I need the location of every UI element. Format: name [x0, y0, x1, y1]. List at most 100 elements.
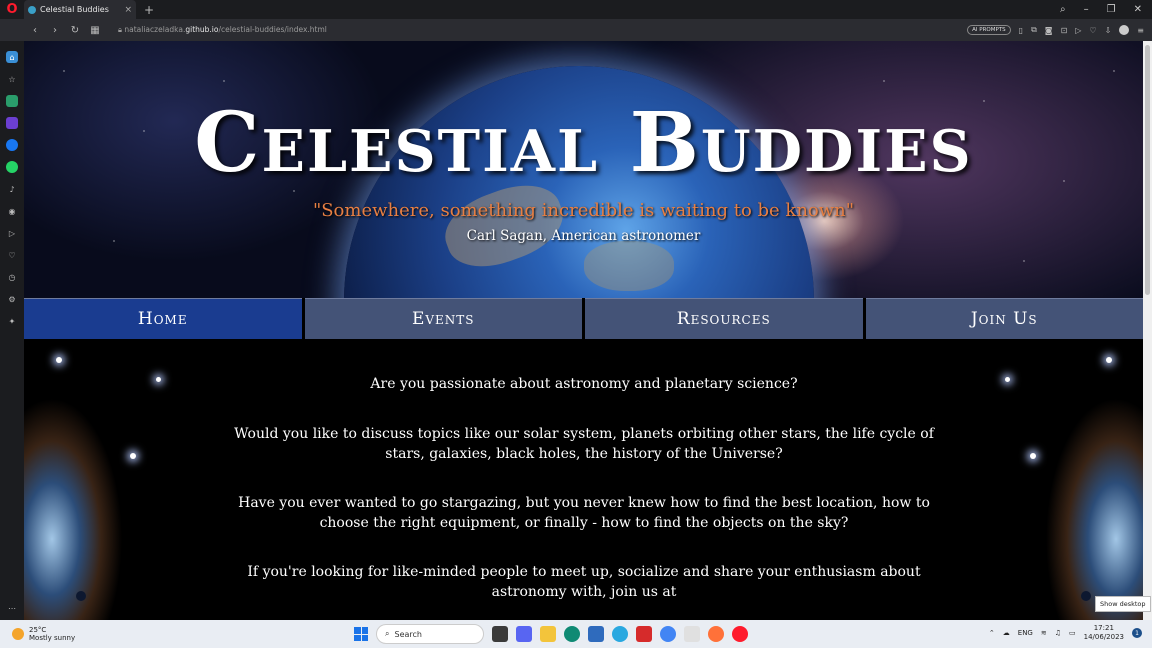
wifi-icon[interactable]: ≋	[1041, 629, 1047, 637]
send-icon[interactable]: ▷	[6, 227, 18, 239]
site-favicon-icon	[28, 5, 36, 14]
planet-decoration	[1081, 591, 1091, 601]
star-decoration	[1005, 377, 1010, 382]
tiktok-icon[interactable]: ♪	[6, 183, 18, 195]
back-icon[interactable]: ‹	[30, 25, 40, 36]
bookmark-star-icon[interactable]: ☆	[6, 73, 18, 85]
weather-widget[interactable]: 25°C Mostly sunny	[0, 626, 200, 642]
heart-icon[interactable]: ♡	[1089, 26, 1096, 35]
windows-start-icon[interactable]	[354, 627, 368, 641]
new-tab-button[interactable]: +	[144, 3, 154, 17]
clock-time: 17:21	[1093, 624, 1114, 632]
nav-join-us[interactable]: Join Us	[865, 298, 1143, 339]
ai-prompts-button[interactable]: AI PROMPTS	[967, 25, 1011, 35]
file-explorer-icon[interactable]	[540, 626, 556, 642]
url-path: /celestial-buddies/index.html	[218, 25, 327, 34]
intro-paragraph: Are you passionate about astronomy and p…	[370, 376, 798, 392]
store-icon[interactable]	[588, 626, 604, 642]
history-icon[interactable]: ◷	[6, 271, 18, 283]
weather-condition: Mostly sunny	[29, 634, 76, 642]
browser-tab-bar: O Celestial Buddies × + ⌕ – ❐ ✕	[0, 0, 1152, 19]
search-icon: ⌕	[385, 629, 390, 638]
play-icon[interactable]: ▷	[1075, 26, 1081, 35]
window-controls: ⌕ – ❐ ✕	[1060, 4, 1152, 15]
weather-text: 25°C Mostly sunny	[29, 626, 75, 642]
mcafee-icon[interactable]	[636, 626, 652, 642]
settings-gear-icon[interactable]: ⚙	[6, 293, 18, 305]
star-decoration	[56, 357, 62, 363]
notification-badge[interactable]: 1	[1132, 628, 1142, 638]
url-field[interactable]: 🔒︎ nataliaczeladka.github.io/celestial-b…	[118, 25, 327, 35]
forward-icon[interactable]: ›	[50, 25, 60, 36]
clock[interactable]: 17:21 14/06/2023	[1084, 624, 1124, 642]
extensions-icon[interactable]: ⧉	[1031, 25, 1037, 35]
home-icon[interactable]: ⌂	[6, 51, 18, 63]
browser-tab[interactable]: Celestial Buddies ×	[24, 0, 136, 19]
paint-icon[interactable]	[684, 626, 700, 642]
maximize-button[interactable]: ❐	[1107, 4, 1116, 15]
star-decoration	[156, 377, 161, 382]
page-scrollbar[interactable]	[1143, 41, 1152, 620]
planet-decoration	[76, 591, 86, 601]
messenger-icon[interactable]	[6, 139, 18, 151]
tab-title: Celestial Buddies	[40, 5, 109, 14]
opera-icon[interactable]	[732, 626, 748, 642]
heart-icon[interactable]: ♡	[6, 249, 18, 261]
tab-close-icon[interactable]: ×	[124, 5, 132, 15]
nav-events[interactable]: Events	[304, 298, 582, 339]
player-icon[interactable]: ◉	[6, 205, 18, 217]
nav-resources[interactable]: Resources	[585, 298, 863, 339]
onedrive-icon[interactable]: ☁	[1003, 629, 1010, 637]
snapshot-icon[interactable]: ◙	[1045, 26, 1053, 35]
tab-search-icon[interactable]: ⌕	[1060, 4, 1066, 15]
earth-continent	[584, 241, 674, 291]
menu-icon[interactable]: ≡	[1137, 26, 1144, 35]
hero-quote: "Somewhere, something incredible is wait…	[312, 200, 855, 221]
site-title[interactable]: Celestial Buddies	[24, 93, 1143, 193]
url-host: github.io	[185, 25, 219, 34]
nebula-decoration	[1014, 359, 1143, 620]
reader-icon[interactable]: ▯	[1019, 26, 1023, 35]
teams-chat-icon[interactable]	[516, 626, 532, 642]
reload-icon[interactable]: ↻	[70, 25, 80, 36]
task-view-icon[interactable]	[492, 626, 508, 642]
scrollbar-thumb[interactable]	[1145, 45, 1150, 295]
chatsonic-icon[interactable]	[6, 117, 18, 129]
more-icon[interactable]: ⋯	[6, 602, 18, 614]
volume-icon[interactable]: ♫	[1055, 629, 1061, 637]
system-tray: ⌃ ☁ ENG ≋ ♫ ▭ 17:21 14/06/2023 1	[989, 624, 1142, 642]
main-navigation: Home Events Resources Join Us	[24, 298, 1143, 339]
tabs-grid-icon[interactable]: ▦	[90, 25, 100, 36]
language-indicator[interactable]: ENG	[1018, 629, 1033, 637]
address-bar: ‹ › ↻ ▦ 🔒︎ nataliaczeladka.github.io/cel…	[0, 19, 1152, 41]
close-window-button[interactable]: ✕	[1134, 4, 1142, 15]
firefox-icon[interactable]	[708, 626, 724, 642]
profile-avatar[interactable]	[1119, 25, 1130, 35]
chrome-icon[interactable]	[660, 626, 676, 642]
minimize-button[interactable]: –	[1084, 4, 1089, 15]
taskbar-apps: ⌕ Search	[354, 624, 748, 644]
main-content: Are you passionate about astronomy and p…	[24, 339, 1143, 620]
wallet-icon[interactable]: ⊡	[1061, 26, 1068, 35]
nebula-decoration	[24, 359, 154, 620]
nav-home[interactable]: Home	[24, 298, 302, 339]
edge-icon[interactable]	[564, 626, 580, 642]
star-decoration	[1106, 357, 1112, 363]
tips-lightbulb-icon[interactable]: ✦	[6, 315, 18, 327]
skype-icon[interactable]	[612, 626, 628, 642]
star-decoration	[1030, 453, 1036, 459]
url-prefix: nataliaczeladka.	[124, 25, 186, 34]
star-decoration	[130, 453, 136, 459]
stargazing-paragraph: Have you ever wanted to go stargazing, b…	[238, 495, 930, 531]
address-bar-tools: AI PROMPTS ▯ ⧉ ◙ ⊡ ▷ ♡ ⇩ ≡	[967, 25, 1152, 35]
whatsapp-icon[interactable]	[6, 161, 18, 173]
chevron-up-icon[interactable]: ⌃	[989, 629, 995, 637]
topics-paragraph: Would you like to discuss topics like ou…	[234, 426, 934, 462]
chatgpt-icon[interactable]	[6, 95, 18, 107]
battery-icon[interactable]: ▭	[1069, 629, 1076, 637]
windows-taskbar: 25°C Mostly sunny ⌕ Search ⌃ ☁ ENG ≋ ♫ ▭…	[0, 620, 1152, 648]
opera-logo-icon[interactable]: O	[0, 0, 24, 19]
search-placeholder: Search	[394, 629, 422, 639]
download-icon[interactable]: ⇩	[1105, 26, 1112, 35]
taskbar-search[interactable]: ⌕ Search	[376, 624, 484, 644]
